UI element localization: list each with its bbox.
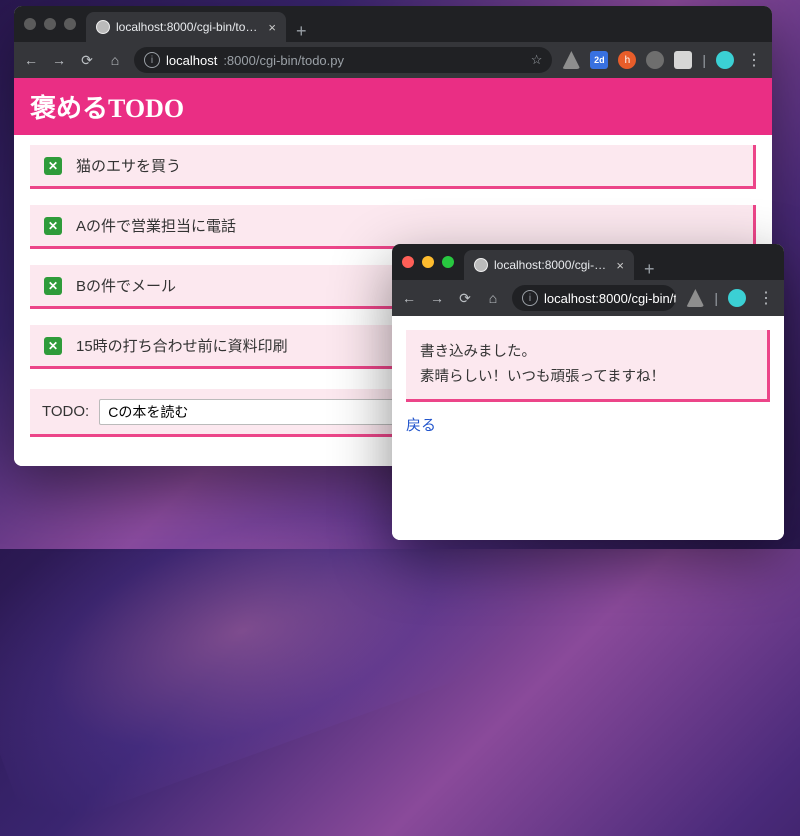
todo-text: Aの件で営業担当に電話: [76, 215, 236, 236]
toolbar: ← → ⟳ ⌂ i localhost:8000/cgi-bin/t… ☆ | …: [392, 280, 784, 316]
delete-button[interactable]: ✕: [44, 277, 62, 295]
browser-window-result: localhost:8000/cgi-bin/todo.py? × + ← → …: [392, 244, 784, 540]
window-controls: [402, 256, 454, 268]
close-tab-icon[interactable]: ×: [616, 258, 624, 273]
titlebar: localhost:8000/cgi-bin/todo.py × +: [14, 6, 772, 42]
add-label: TODO:: [42, 403, 89, 420]
browser-menu-icon[interactable]: ⋮: [756, 288, 776, 308]
extension-divider: |: [702, 52, 706, 68]
window-maximize-button[interactable]: [64, 18, 76, 30]
tab-title: localhost:8000/cgi-bin/todo.py?: [494, 258, 610, 272]
tab-strip: localhost:8000/cgi-bin/todo.py? × +: [464, 244, 784, 280]
profile-avatar-icon[interactable]: [716, 51, 734, 69]
delete-button[interactable]: ✕: [44, 337, 62, 355]
extension-cloud-icon[interactable]: [686, 289, 704, 307]
window-close-button[interactable]: [402, 256, 414, 268]
extension-pin-icon[interactable]: [646, 51, 664, 69]
browser-menu-icon[interactable]: ⋮: [744, 50, 764, 70]
page-title: 褒めるTODO: [14, 78, 772, 135]
url-display: localhost:8000/cgi-bin/t…: [544, 291, 676, 306]
tab-title: localhost:8000/cgi-bin/todo.py: [116, 20, 262, 34]
close-tab-icon[interactable]: ×: [268, 20, 276, 35]
new-tab-button[interactable]: +: [286, 21, 317, 42]
globe-icon: [96, 20, 110, 34]
site-info-icon[interactable]: i: [522, 290, 538, 306]
site-info-icon[interactable]: i: [144, 52, 160, 68]
todo-text: 15時の打ち合わせ前に資料印刷: [76, 335, 288, 356]
globe-icon: [474, 258, 488, 272]
browser-tab[interactable]: localhost:8000/cgi-bin/todo.py? ×: [464, 250, 634, 280]
nav-home-icon[interactable]: ⌂: [484, 290, 502, 306]
window-close-button[interactable]: [24, 18, 36, 30]
tab-strip: localhost:8000/cgi-bin/todo.py × +: [86, 6, 772, 42]
url-path: :8000/cgi-bin/todo.py: [223, 53, 344, 68]
extension-icons: 2d h |: [562, 51, 734, 69]
nav-reload-icon[interactable]: ⟳: [78, 52, 96, 69]
result-page: 書き込みました。 素晴らしい！いつも頑張ってますね！ 戻る: [392, 316, 784, 449]
window-maximize-button[interactable]: [442, 256, 454, 268]
nav-back-icon[interactable]: ←: [22, 52, 40, 68]
window-minimize-button[interactable]: [422, 256, 434, 268]
todo-item: ✕ 猫のエサを買う: [30, 145, 756, 189]
nav-back-icon[interactable]: ←: [400, 290, 418, 306]
todo-text: Bの件でメール: [76, 275, 176, 296]
address-bar[interactable]: i localhost :8000/cgi-bin/todo.py ☆: [134, 47, 552, 73]
result-message-box: 書き込みました。 素晴らしい！いつも頑張ってますね！: [406, 330, 770, 402]
back-link[interactable]: 戻る: [406, 414, 436, 435]
result-message-line: 素晴らしい！いつも頑張ってますね！: [420, 365, 753, 390]
toolbar: ← → ⟳ ⌂ i localhost :8000/cgi-bin/todo.py…: [14, 42, 772, 78]
bookmark-star-icon[interactable]: ☆: [531, 52, 543, 68]
new-tab-button[interactable]: +: [634, 259, 665, 280]
extension-icons: |: [686, 289, 746, 307]
delete-button[interactable]: ✕: [44, 217, 62, 235]
page-viewport: 書き込みました。 素晴らしい！いつも頑張ってますね！ 戻る: [392, 316, 784, 540]
nav-forward-icon[interactable]: →: [50, 52, 68, 68]
window-minimize-button[interactable]: [44, 18, 56, 30]
todo-item: ✕ Aの件で営業担当に電話: [30, 205, 756, 249]
extension-translate-icon[interactable]: 2d: [590, 51, 608, 69]
nav-forward-icon[interactable]: →: [428, 290, 446, 306]
profile-avatar-icon[interactable]: [728, 289, 746, 307]
extension-message-icon[interactable]: [674, 51, 692, 69]
window-controls: [24, 18, 76, 30]
delete-button[interactable]: ✕: [44, 157, 62, 175]
todo-text: 猫のエサを買う: [76, 155, 181, 176]
extension-circle-icon[interactable]: h: [618, 51, 636, 69]
titlebar: localhost:8000/cgi-bin/todo.py? × +: [392, 244, 784, 280]
address-bar[interactable]: i localhost:8000/cgi-bin/t… ☆: [512, 285, 676, 311]
url-host: localhost: [166, 53, 217, 68]
extension-divider: |: [714, 290, 718, 306]
nav-home-icon[interactable]: ⌂: [106, 52, 124, 68]
result-message-line: 書き込みました。: [420, 340, 753, 365]
extension-cloud-icon[interactable]: [562, 51, 580, 69]
browser-tab[interactable]: localhost:8000/cgi-bin/todo.py ×: [86, 12, 286, 42]
nav-reload-icon[interactable]: ⟳: [456, 290, 474, 307]
